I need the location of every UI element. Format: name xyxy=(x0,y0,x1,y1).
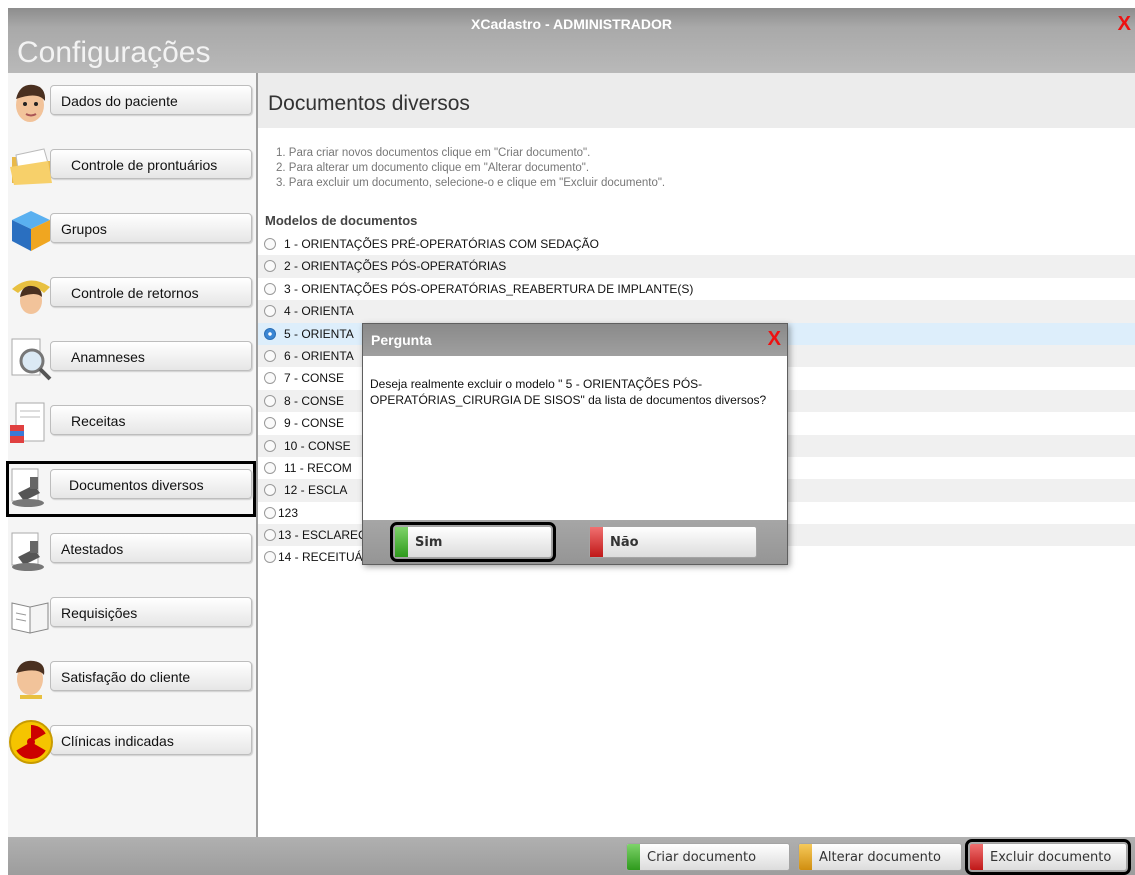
sidebar-item-grupos[interactable]: Grupos xyxy=(8,207,254,259)
folder-icon xyxy=(10,148,52,185)
create-document-button[interactable]: Criar documento xyxy=(626,843,790,871)
sidebar-item-label[interactable]: Anamneses xyxy=(50,341,252,371)
sidebar-item-clinicas-indicadas[interactable]: Clínicas indicadas xyxy=(8,719,254,771)
dialog-header: Pergunta X xyxy=(363,324,787,356)
action-bar: Criar documento Alterar documento Exclui… xyxy=(8,837,1135,875)
confirm-dialog: Pergunta X Deseja realmente excluir o mo… xyxy=(362,323,788,565)
button-label: Sim xyxy=(415,535,443,550)
radio-button[interactable] xyxy=(264,484,276,497)
sidebar-item-satisfacao-do-cliente[interactable]: Satisfação do cliente xyxy=(8,655,254,707)
radio-button[interactable] xyxy=(264,327,276,340)
red-stripe xyxy=(590,527,603,557)
red-stripe xyxy=(970,844,983,870)
no-button[interactable]: Não xyxy=(589,526,757,558)
edit-document-button[interactable]: Alterar documento xyxy=(798,843,962,871)
sidebar-item-label[interactable]: Receitas xyxy=(50,405,252,435)
radio-button[interactable] xyxy=(264,529,276,542)
radio-button[interactable] xyxy=(264,439,276,452)
sidebar-item-requisicoes[interactable]: Requisições xyxy=(8,591,254,643)
list-item[interactable]: 2 - ORIENTAÇÕES PÓS-OPERATÓRIAS xyxy=(258,255,1135,278)
instruction-line: 2. Para alterar um documento clique em "… xyxy=(276,162,590,174)
sidebar-item-label[interactable]: Documentos diversos xyxy=(50,469,252,499)
app-title: XCadastro - ADMINISTRADOR xyxy=(471,16,672,32)
sidebar-item-anamneses[interactable]: Anamneses xyxy=(8,335,254,387)
sidebar-item-label[interactable]: Clínicas indicadas xyxy=(50,725,252,755)
button-label: Criar documento xyxy=(647,850,757,865)
sidebar-item-controle-de-retornos[interactable]: Controle de retornos xyxy=(8,271,254,323)
sidebar-item-label[interactable]: Dados do paciente xyxy=(50,85,252,115)
instruction-line: 3. Para excluir um documento, selecione-… xyxy=(276,177,666,189)
patient-icon xyxy=(16,84,46,122)
button-label: Alterar documento xyxy=(819,850,941,865)
page-header: Documentos diversos xyxy=(258,73,1135,128)
radio-button[interactable] xyxy=(264,238,276,250)
delete-document-button[interactable]: Excluir documento xyxy=(965,839,1131,875)
sidebar-item-label[interactable]: Atestados xyxy=(50,533,252,563)
sidebar-item-label[interactable]: Grupos xyxy=(50,213,252,243)
radio-button[interactable] xyxy=(264,394,276,407)
instructions: 1. Para criar novos documentos clique em… xyxy=(276,146,665,191)
magnifier-icon xyxy=(11,338,52,381)
radio-button[interactable] xyxy=(264,461,276,474)
stamp-icon xyxy=(11,468,44,507)
sidebar-item-label[interactable]: Requisições xyxy=(50,597,252,627)
radio-button[interactable] xyxy=(264,260,276,273)
dialog-title: Pergunta xyxy=(371,332,432,348)
dialog-footer: Sim Não xyxy=(363,520,787,564)
return-patient-icon xyxy=(12,280,50,314)
list-item[interactable]: 3 - ORIENTAÇÕES PÓS-OPERATÓRIAS_REABERTU… xyxy=(258,278,1135,300)
page-title: Documentos diversos xyxy=(268,92,470,115)
yes-button[interactable]: Sim xyxy=(390,522,556,562)
sidebar-item-label[interactable]: Satisfação do cliente xyxy=(50,661,252,691)
title-bar: XCadastro - ADMINISTRADOR X Configuraçõe… xyxy=(8,8,1135,73)
stamp-icon xyxy=(11,532,44,571)
sidebar: Dados do paciente Controle de prontuário… xyxy=(6,73,258,838)
section-title: Configurações xyxy=(17,36,211,69)
sidebar-item-dados-do-paciente[interactable]: Dados do paciente xyxy=(8,79,254,131)
close-icon[interactable]: X xyxy=(1118,13,1131,36)
dialog-message: Deseja realmente excluir o modelo " 5 - … xyxy=(370,377,767,407)
cube-icon xyxy=(12,211,50,251)
radio-button[interactable] xyxy=(264,305,276,318)
close-icon[interactable]: X xyxy=(768,328,781,351)
green-stripe xyxy=(395,527,408,557)
sidebar-item-atestados[interactable]: Atestados xyxy=(8,527,254,579)
sidebar-item-label[interactable]: Controle de prontuários xyxy=(50,149,252,179)
button-label: Não xyxy=(610,535,639,550)
radio-button[interactable] xyxy=(264,282,276,295)
sidebar-item-documentos-diversos[interactable]: Documentos diversos xyxy=(6,461,256,517)
list-item[interactable]: 1 - ORIENTAÇÕES PRÉ-OPERATÓRIAS COM SEDA… xyxy=(258,233,1135,255)
customer-icon xyxy=(16,660,45,699)
radio-button[interactable] xyxy=(264,551,276,564)
instruction-line: 1. Para criar novos documentos clique em… xyxy=(276,147,591,159)
sidebar-item-receitas[interactable]: Receitas xyxy=(8,399,254,451)
sidebar-item-controle-de-prontuarios[interactable]: Controle de prontuários xyxy=(8,143,254,195)
radio-button[interactable] xyxy=(264,349,276,362)
book-icon xyxy=(11,602,49,634)
orange-stripe xyxy=(799,844,812,870)
radio-button[interactable] xyxy=(264,506,276,519)
prescription-icon xyxy=(10,402,45,443)
button-label: Excluir documento xyxy=(990,850,1112,865)
radio-button[interactable] xyxy=(264,372,276,385)
green-stripe xyxy=(627,844,640,870)
list-item[interactable]: 4 - ORIENTA xyxy=(258,300,1135,323)
sidebar-item-label[interactable]: Controle de retornos xyxy=(50,277,252,307)
radiation-icon xyxy=(9,720,53,764)
models-header: Modelos de documentos xyxy=(265,213,418,228)
radio-button[interactable] xyxy=(264,417,276,430)
